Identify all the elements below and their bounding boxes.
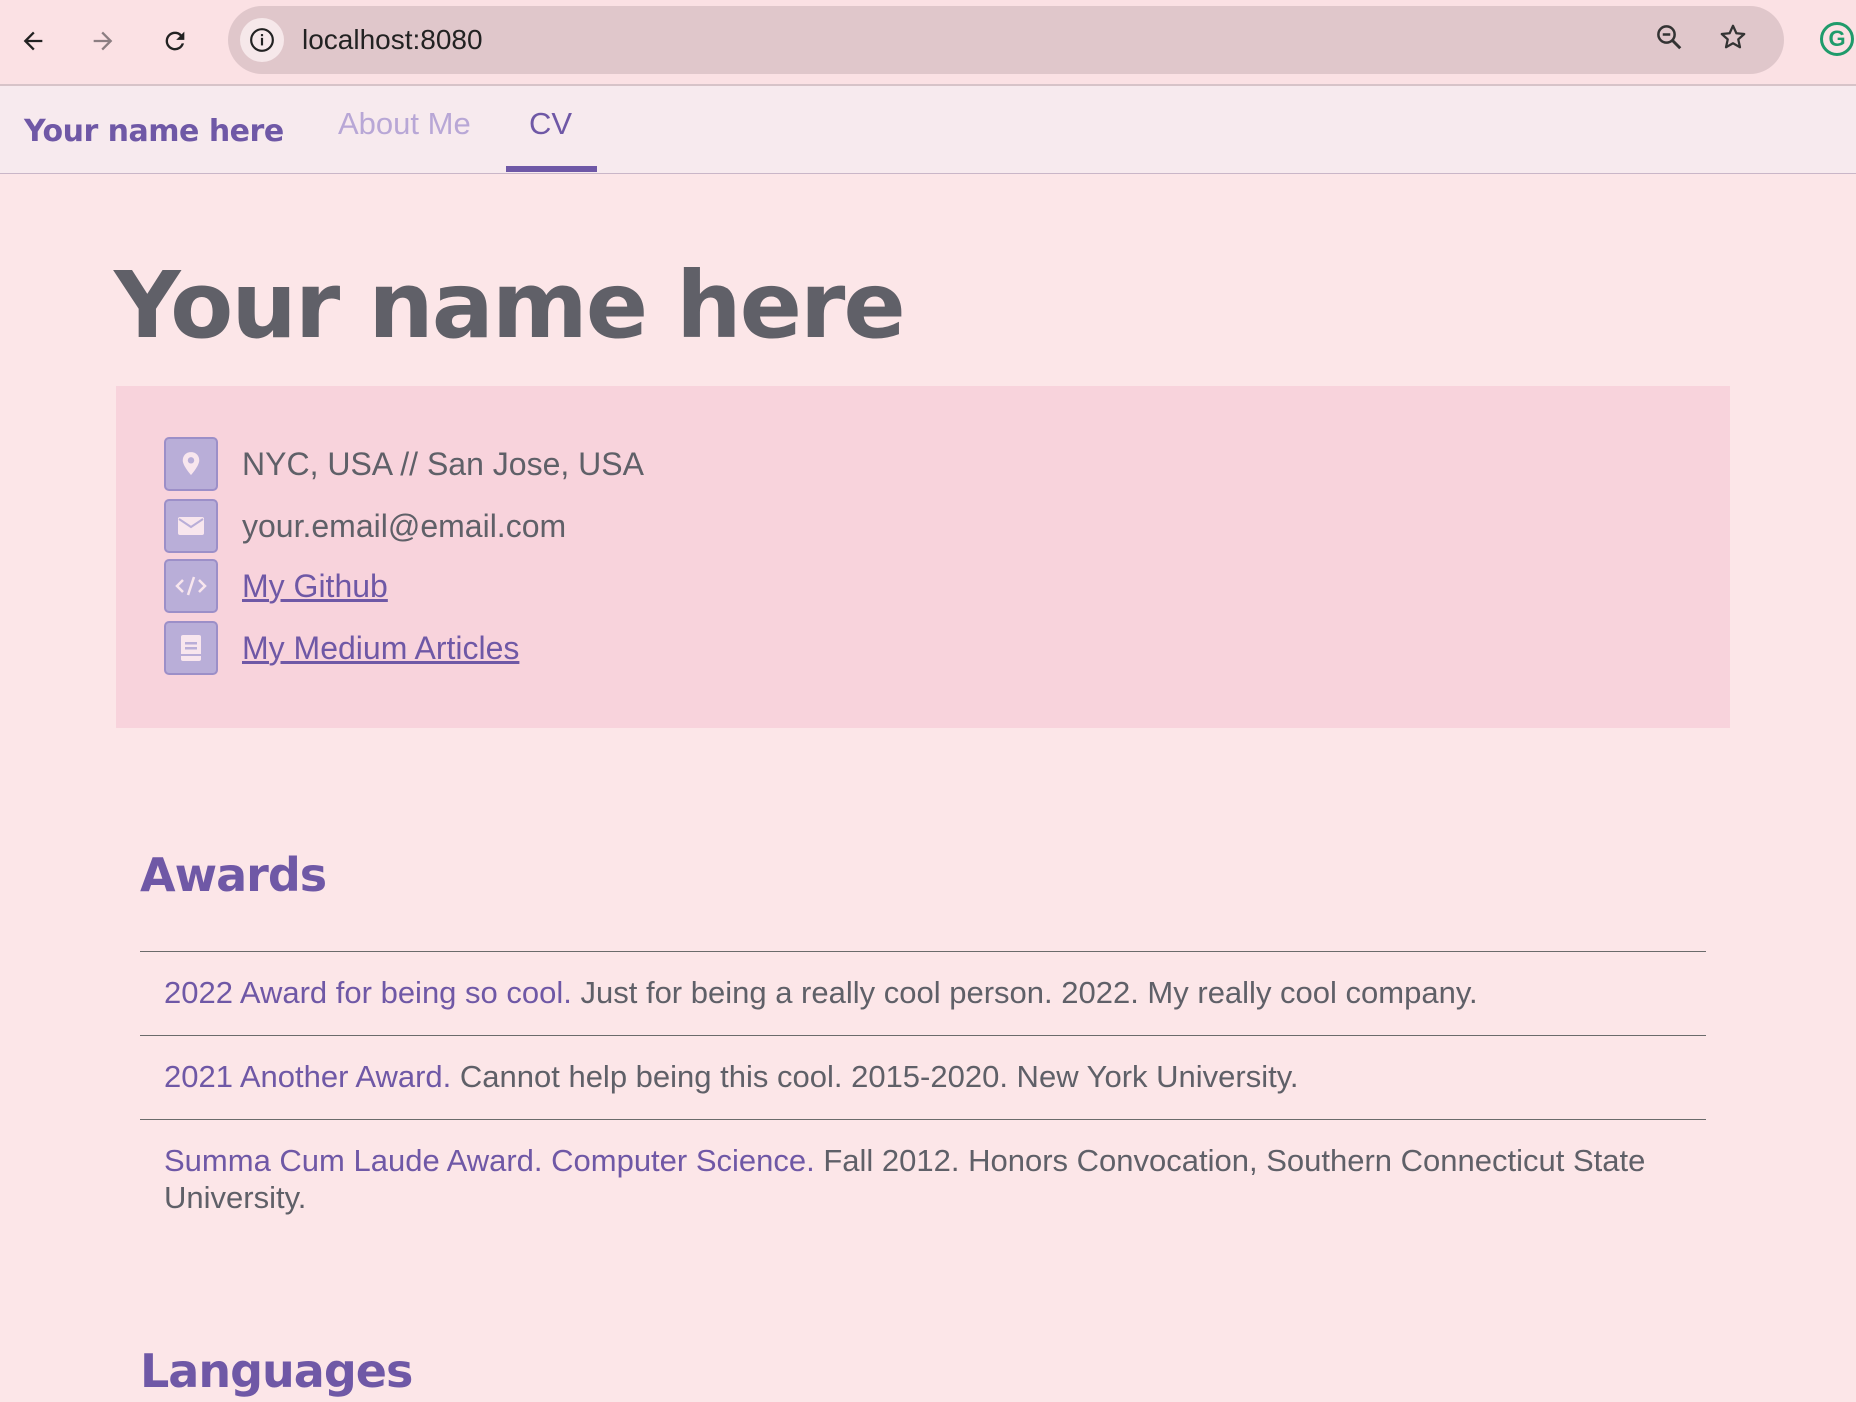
site-info-icon[interactable] — [240, 18, 284, 62]
browser-toolbar: localhost:8080 G — [0, 0, 1856, 86]
contact-github: My Github — [164, 558, 388, 614]
github-link[interactable]: My Github — [242, 568, 388, 605]
tab-cv[interactable]: CV — [529, 106, 572, 172]
book-icon — [164, 621, 218, 675]
arrow-right-icon — [93, 31, 113, 51]
award-details: Just for being a really cool person. 202… — [571, 975, 1478, 1010]
star-icon[interactable] — [1718, 22, 1748, 60]
awards-list: 2022 Award for being so cool. Just for b… — [140, 951, 1706, 1240]
back-button[interactable] — [10, 18, 56, 64]
medium-link[interactable]: My Medium Articles — [242, 630, 519, 667]
active-tab-indicator — [506, 166, 597, 172]
url-text[interactable]: localhost:8080 — [302, 24, 483, 56]
award-title: 2022 Award for being so cool. — [164, 975, 572, 1010]
tab-about-me[interactable]: About Me — [338, 106, 471, 172]
award-title: Summa Cum Laude Award. Computer Science. — [164, 1143, 815, 1178]
extension-icon[interactable]: G — [1820, 22, 1854, 56]
contact-medium: My Medium Articles — [164, 620, 519, 676]
email-text: your.email@email.com — [242, 507, 567, 544]
languages-heading: Languages — [140, 1344, 413, 1398]
contact-location: NYC, USA // San Jose, USA — [164, 436, 644, 492]
award-details: Cannot help being this cool. 2015-2020. … — [451, 1059, 1299, 1094]
award-title: 2021 Another Award. — [164, 1059, 452, 1094]
contact-card: NYC, USA // San Jose, USA your.email@ema… — [116, 386, 1730, 728]
reload-icon — [165, 31, 185, 51]
location-pin-icon — [164, 437, 218, 491]
award-item: Summa Cum Laude Award. Computer Science.… — [140, 1119, 1706, 1240]
brand-link[interactable]: Your name here — [24, 114, 284, 149]
reload-button[interactable] — [152, 18, 198, 64]
code-icon — [164, 559, 218, 613]
location-text: NYC, USA // San Jose, USA — [242, 445, 644, 482]
awards-heading: Awards — [140, 848, 327, 902]
page-title: Your name here — [114, 252, 906, 359]
envelope-icon — [164, 499, 218, 553]
award-item: 2022 Award for being so cool. Just for b… — [140, 951, 1706, 1035]
award-item: 2021 Another Award. Cannot help being th… — [140, 1035, 1706, 1119]
zoom-icon[interactable] — [1654, 22, 1684, 60]
arrow-left-icon — [23, 31, 43, 51]
address-bar[interactable]: localhost:8080 — [228, 6, 1784, 74]
contact-email: your.email@email.com — [164, 498, 566, 554]
site-header: Your name here About Me CV — [0, 86, 1856, 174]
forward-button[interactable] — [80, 18, 126, 64]
